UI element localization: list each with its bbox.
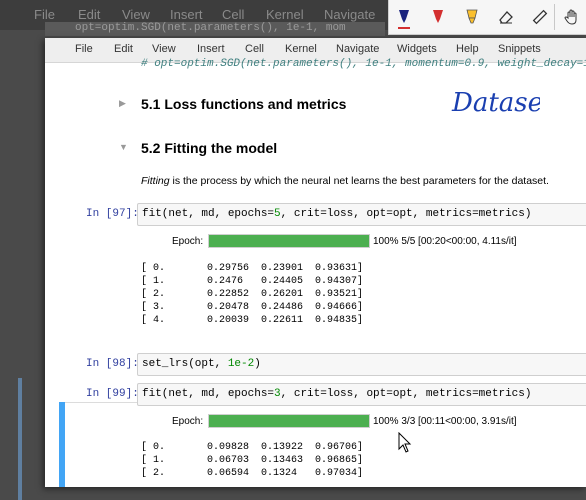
progress-fill bbox=[209, 235, 369, 247]
hand-icon[interactable] bbox=[561, 6, 583, 28]
background-cell-marker bbox=[18, 378, 22, 500]
bg-menu-insert: Insert bbox=[170, 7, 203, 22]
output-row: [ 4. 0.20039 0.22611 0.94835] bbox=[141, 315, 364, 326]
menu-view[interactable]: View bbox=[152, 43, 176, 55]
section-heading-5-1: 5.1 Loss functions and metrics bbox=[141, 96, 347, 112]
background-code-line: opt=optim.SGD(net.parameters(), 1e-1, mo… bbox=[45, 22, 385, 36]
para-emphasis: Fitting bbox=[141, 175, 170, 187]
selected-cell-indicator bbox=[59, 402, 65, 487]
ruler-icon[interactable] bbox=[529, 6, 551, 28]
progress-text: 100% 3/3 [00:11<00:00, 3.91s/it] bbox=[373, 416, 517, 427]
menu-help[interactable]: Help bbox=[456, 43, 479, 55]
progress-text: 100% 5/5 [00:20<00:00, 4.11s/it] bbox=[373, 236, 517, 247]
cell-prompt-99: In [99]: bbox=[86, 388, 139, 400]
output-row: [ 3. 0.20478 0.24486 0.94666] bbox=[141, 302, 364, 313]
output-row: [ 2. 0.06594 0.1324 0.97034] bbox=[141, 468, 364, 479]
progress-fill bbox=[209, 415, 369, 427]
menu-edit[interactable]: Edit bbox=[114, 43, 133, 55]
code-cell-99[interactable]: fit(net, md, epochs=3, crit=loss, opt=op… bbox=[137, 383, 586, 406]
menu-widgets[interactable]: Widgets bbox=[397, 43, 437, 55]
menu-kernel[interactable]: Kernel bbox=[285, 43, 317, 55]
progress-label: Epoch: bbox=[172, 236, 204, 247]
code-cell-98[interactable]: set_lrs(opt, 1e-2) bbox=[137, 353, 586, 376]
notebook-window: File Edit View Insert Cell Kernel Naviga… bbox=[45, 38, 586, 487]
toolbar-separator bbox=[554, 4, 555, 30]
expand-caret-icon[interactable]: ▶ bbox=[119, 98, 126, 109]
para-text: is the process by which the neural net l… bbox=[169, 175, 549, 187]
menu-insert[interactable]: Insert bbox=[197, 43, 225, 55]
active-tool-indicator bbox=[398, 27, 410, 29]
output-row: [ 0. 0.09828 0.13922 0.96706] bbox=[141, 442, 364, 453]
pen-red-icon[interactable] bbox=[427, 6, 449, 28]
markdown-paragraph: Fitting is the process by which the neur… bbox=[141, 175, 549, 187]
code-cell-97[interactable]: fit(net, md, epochs=5, crit=loss, opt=op… bbox=[137, 203, 586, 226]
annotation-toolbar bbox=[388, 0, 586, 35]
progress-bar bbox=[208, 234, 370, 248]
code-line: fit(net, md, epochs=3, crit=loss, opt=op… bbox=[142, 388, 532, 400]
section-heading-5-2: 5.2 Fitting the model bbox=[141, 140, 278, 156]
bg-code-text: opt=optim.SGD(net.parameters(), 1e-1, mo… bbox=[75, 22, 346, 34]
bg-menu-view: View bbox=[122, 7, 150, 22]
bg-menu-kernel: Kernel bbox=[266, 7, 304, 22]
output-row: [ 1. 0.06703 0.13463 0.96865] bbox=[141, 455, 364, 466]
collapse-caret-icon[interactable]: ▼ bbox=[119, 142, 128, 152]
progress-label: Epoch: bbox=[172, 416, 204, 427]
bg-menu-navigate: Navigate bbox=[324, 7, 376, 22]
eraser-icon[interactable] bbox=[495, 6, 517, 28]
highlighter-yellow-icon[interactable] bbox=[461, 6, 483, 28]
bg-menu-edit: Edit bbox=[78, 7, 101, 22]
code-comment-line: # opt=optim.SGD(net.parameters(), 1e-1, … bbox=[141, 58, 586, 70]
handwritten-annotation: Dataset bbox=[451, 88, 540, 118]
bg-menu-file: File bbox=[34, 7, 55, 22]
menu-navigate[interactable]: Navigate bbox=[336, 43, 379, 55]
bg-menu-cell: Cell bbox=[222, 7, 245, 22]
menu-file[interactable]: File bbox=[75, 43, 93, 55]
cell-prompt-98: In [98]: bbox=[86, 358, 139, 370]
code-line: fit(net, md, epochs=5, crit=loss, opt=op… bbox=[142, 208, 532, 220]
handwriting-text: Dataset bbox=[451, 88, 540, 118]
output-row: [ 0. 0.29756 0.23901 0.93631] bbox=[141, 263, 364, 274]
code-line: set_lrs(opt, 1e-2) bbox=[142, 358, 261, 370]
cell-prompt-97: In [97]: bbox=[86, 208, 139, 220]
output-row: [ 2. 0.22852 0.26201 0.93521] bbox=[141, 289, 364, 300]
menu-cell[interactable]: Cell bbox=[245, 43, 264, 55]
pen-blue-icon[interactable] bbox=[393, 6, 415, 28]
mouse-cursor-icon bbox=[398, 432, 412, 453]
progress-bar bbox=[208, 414, 370, 428]
output-row: [ 1. 0.2476 0.24405 0.94307] bbox=[141, 276, 364, 287]
menu-snippets[interactable]: Snippets bbox=[498, 43, 541, 55]
notebook-content: # opt=optim.SGD(net.parameters(), 1e-1, … bbox=[45, 58, 586, 487]
